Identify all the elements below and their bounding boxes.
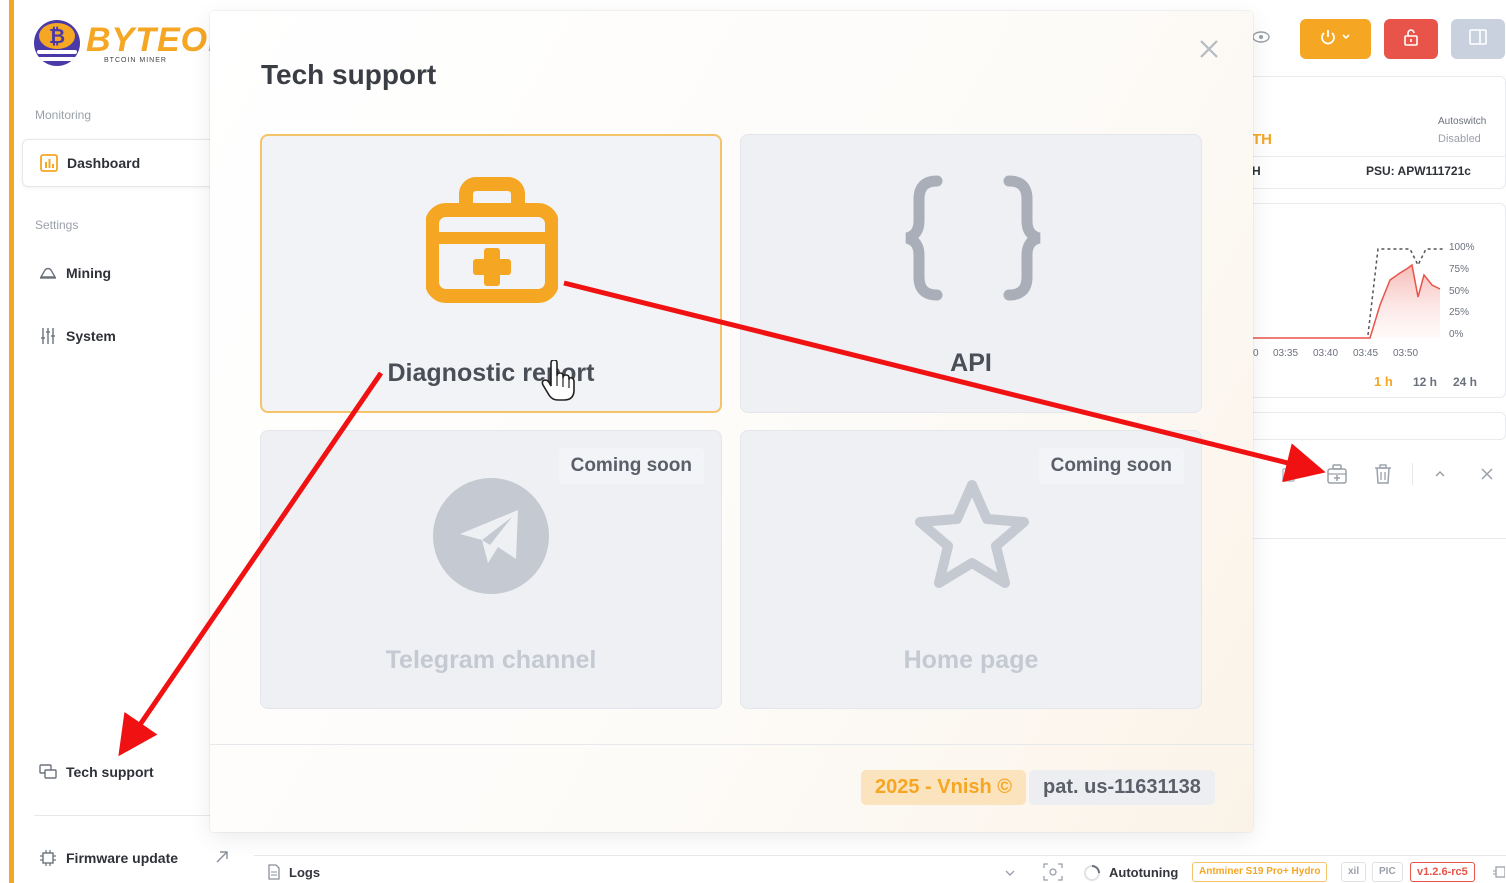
panel-icon	[1469, 28, 1487, 51]
autotuning-status: Autotuning	[1109, 865, 1179, 880]
y-tick-label: 100%	[1449, 242, 1475, 253]
tech-support-dialog: Tech support Diagnostic report API Comin…	[210, 11, 1253, 832]
telegram-icon	[432, 477, 550, 600]
panel-divider	[1240, 156, 1506, 157]
coin-logo-icon: ₿	[34, 20, 80, 66]
eye-icon	[1251, 30, 1271, 49]
sidebar-item-label: Mining	[66, 265, 112, 281]
chevron-down-icon[interactable]	[1003, 866, 1017, 883]
lock-button[interactable]	[1384, 19, 1438, 59]
patent-badge: pat. us-11631138	[1029, 770, 1215, 805]
first-aid-kit-icon	[425, 172, 559, 309]
xil-badge: xil	[1341, 862, 1367, 882]
y-tick-label: 75%	[1449, 264, 1470, 275]
brand-logo[interactable]: ₿ BYTEON BTCOIN MINER	[34, 18, 234, 68]
sliders-icon	[38, 326, 58, 346]
copy-icon[interactable]	[1281, 464, 1301, 489]
chip-icon	[38, 848, 58, 868]
sidebar-divider	[34, 815, 210, 816]
y-tick-label: 0%	[1449, 329, 1464, 340]
card-label: Home page	[903, 646, 1039, 674]
sidebar-item-label: Dashboard	[67, 155, 141, 171]
card-label: Diagnostic report	[387, 359, 595, 387]
curly-braces-icon	[903, 173, 1043, 308]
trash-icon[interactable]	[1373, 463, 1393, 490]
autoswitch-value: Disabled	[1438, 133, 1481, 145]
card-label: Telegram channel	[385, 646, 597, 674]
chip-icon	[1493, 863, 1506, 883]
spinner-icon	[1083, 864, 1101, 883]
bar-chart-icon	[39, 153, 59, 173]
autoswitch-label: Autoswitch	[1438, 116, 1487, 127]
range-1h-button[interactable]: 1 h	[1374, 374, 1393, 389]
hashrate-unit: TH	[1252, 131, 1272, 148]
coming-soon-badge: Coming soon	[1038, 448, 1184, 484]
pickaxe-icon	[38, 263, 58, 283]
panel-divider	[1240, 538, 1506, 539]
power-icon	[1319, 28, 1353, 51]
x-tick-label: 03:50	[1393, 348, 1419, 359]
card-label: API	[950, 349, 992, 377]
external-link-icon[interactable]	[215, 850, 229, 869]
y-tick-label: 50%	[1449, 286, 1470, 297]
dialog-footer-divider	[210, 744, 1253, 745]
sidebar-item-dashboard[interactable]: Dashboard	[22, 139, 222, 187]
first-aid-kit-icon[interactable]	[1326, 463, 1348, 490]
panel-toggle-button[interactable]	[1451, 19, 1505, 59]
close-icon[interactable]	[1479, 466, 1495, 487]
chat-bubbles-icon	[38, 762, 58, 782]
range-12h-button[interactable]: 12 h	[1413, 375, 1437, 389]
x-tick-label: 03:40	[1313, 348, 1339, 359]
scan-focus-icon[interactable]	[1043, 863, 1063, 883]
unlock-icon	[1403, 28, 1419, 51]
coming-soon-badge: Coming soon	[558, 448, 704, 484]
psu-label: PSU: APW111721c	[1366, 164, 1471, 178]
telegram-channel-card: Coming soon Telegram channel	[260, 430, 722, 709]
range-24h-button[interactable]: 24 h	[1453, 375, 1477, 389]
close-icon	[1198, 38, 1220, 65]
chevron-up-icon[interactable]	[1433, 467, 1447, 486]
document-icon	[267, 864, 281, 883]
x-tick-label: 03:45	[1353, 348, 1379, 359]
section-label-settings: Settings	[35, 218, 79, 232]
sidebar-item-label: System	[66, 328, 116, 344]
pic-badge: PIC	[1372, 862, 1403, 882]
x-tick-label: 0	[1253, 348, 1259, 359]
hand-cursor-icon	[541, 359, 575, 407]
version-badge: v1.2.6-rc5	[1410, 862, 1475, 882]
diagnostic-report-card[interactable]: Diagnostic report	[260, 134, 722, 413]
api-card[interactable]: API	[740, 134, 1202, 413]
copyright-badge: 2025 - Vnish ©	[861, 770, 1027, 805]
info-panel	[1240, 412, 1506, 440]
power-menu-button[interactable]	[1300, 19, 1371, 59]
section-label-monitoring: Monitoring	[35, 108, 92, 122]
toolbar-separator	[1412, 463, 1413, 485]
sidebar-item-firmware-update[interactable]: Firmware update	[22, 834, 222, 882]
star-icon	[912, 479, 1032, 600]
home-page-card: Coming soon Home page	[740, 430, 1202, 709]
logs-toggle[interactable]: Logs	[289, 865, 320, 880]
hash-unit: H	[1252, 164, 1261, 178]
dialog-title: Tech support	[261, 59, 437, 90]
y-tick-label: 25%	[1449, 307, 1470, 318]
sidebar-item-mining[interactable]: Mining	[22, 249, 222, 297]
sidebar-item-label: Tech support	[66, 764, 154, 780]
hashrate-area	[1370, 265, 1440, 338]
sidebar-item-label: Firmware update	[66, 850, 179, 866]
dialog-close-button[interactable]	[1193, 35, 1225, 67]
sidebar-item-system[interactable]: System	[22, 312, 222, 360]
model-badge: Antminer S19 Pro+ Hydro	[1192, 862, 1328, 882]
hashrate-chart	[1250, 248, 1445, 339]
sidebar-item-tech-support[interactable]: Tech support	[22, 748, 222, 796]
x-tick-label: 03:35	[1273, 348, 1299, 359]
